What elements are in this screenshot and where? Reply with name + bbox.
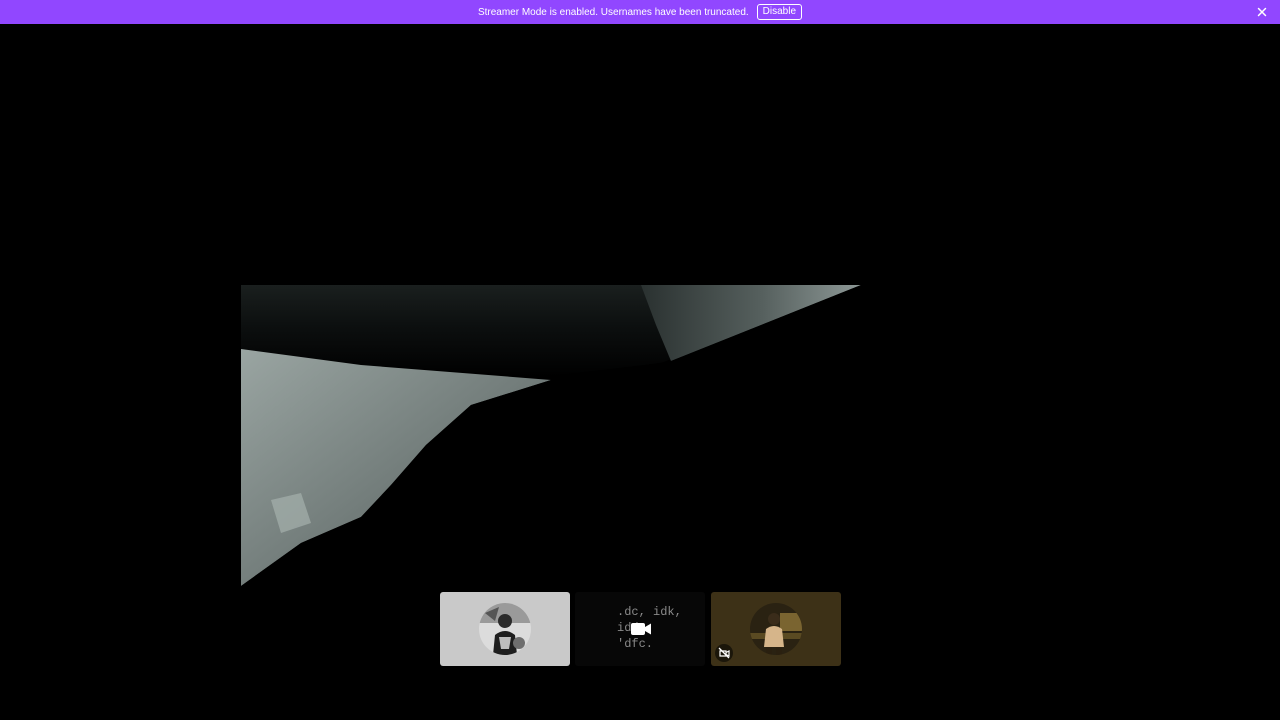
- video-stage: .dc, idk, idd 'dfc.: [0, 24, 1280, 720]
- streamer-mode-message: Streamer Mode is enabled. Usernames have…: [477, 6, 749, 18]
- participant-tile-2[interactable]: .dc, idk, idd 'dfc.: [575, 592, 705, 666]
- participant-tile-3[interactable]: [711, 592, 841, 666]
- participant-avatar: [479, 603, 531, 655]
- participant-tiles: .dc, idk, idd 'dfc.: [440, 592, 841, 667]
- video-off-icon: [715, 644, 733, 662]
- main-video-stream[interactable]: [241, 285, 861, 586]
- streamer-mode-banner: Streamer Mode is enabled. Usernames have…: [0, 0, 1280, 24]
- disable-streamer-mode-button[interactable]: Disable: [756, 4, 803, 20]
- video-camera-icon: [630, 620, 652, 638]
- participant-tile-1[interactable]: [440, 592, 570, 666]
- call-window: Streamer Mode is enabled. Usernames have…: [0, 0, 1280, 720]
- close-icon[interactable]: [1254, 4, 1270, 20]
- participant-avatar: [750, 603, 802, 655]
